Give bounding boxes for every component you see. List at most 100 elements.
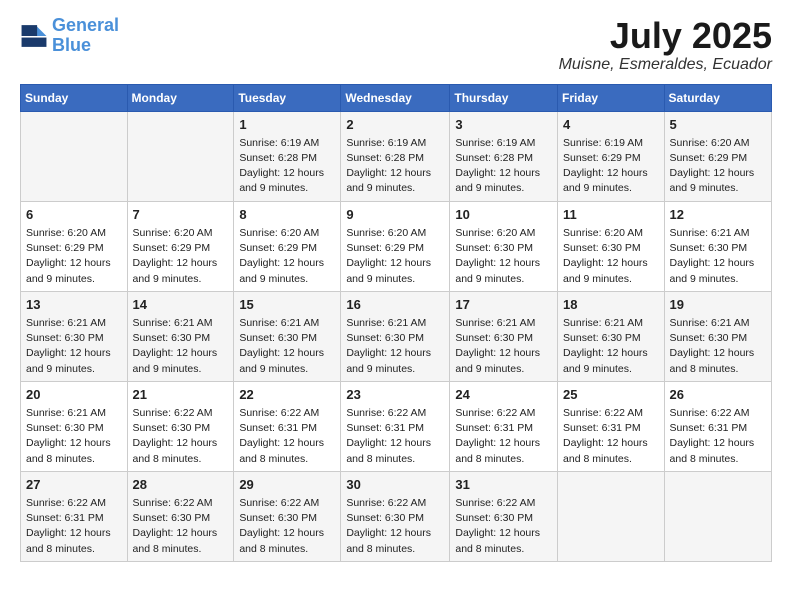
day-info: Sunrise: 6:21 AM Sunset: 6:30 PM Dayligh… bbox=[239, 316, 335, 377]
calendar-cell: 21Sunrise: 6:22 AM Sunset: 6:30 PM Dayli… bbox=[127, 381, 234, 471]
day-number: 15 bbox=[239, 296, 335, 314]
day-info: Sunrise: 6:19 AM Sunset: 6:28 PM Dayligh… bbox=[455, 136, 552, 197]
day-number: 12 bbox=[670, 206, 766, 224]
weekday-header-thursday: Thursday bbox=[450, 84, 558, 111]
weekday-header-friday: Friday bbox=[558, 84, 665, 111]
calendar-cell: 19Sunrise: 6:21 AM Sunset: 6:30 PM Dayli… bbox=[664, 291, 771, 381]
calendar-cell: 20 Sunrise: 6:21 AM Sunset: 6:30 PM Dayli… bbox=[21, 381, 128, 471]
day-info: Sunrise: 6:22 AM Sunset: 6:31 PM Dayligh… bbox=[670, 406, 766, 467]
logo: General Blue bbox=[20, 16, 119, 56]
day-info: Sunrise: 6:20 AM Sunset: 6:29 PM Dayligh… bbox=[26, 226, 122, 287]
day-number: 26 bbox=[670, 386, 766, 404]
calendar-cell: 29 Sunrise: 6:22 AM Sunset: 6:30 PM Dayli… bbox=[234, 471, 341, 561]
day-info: Sunrise: 6:22 AM Sunset: 6:30 PM Dayligh… bbox=[133, 496, 229, 557]
day-number: 10 bbox=[455, 206, 552, 224]
day-info: Sunrise: 6:22 AM Sunset: 6:31 PM Dayligh… bbox=[26, 496, 122, 557]
day-number: 27 bbox=[26, 476, 122, 494]
day-number: 29 bbox=[239, 476, 335, 494]
calendar-cell: 11Sunrise: 6:20 AM Sunset: 6:30 PM Dayli… bbox=[558, 201, 665, 291]
day-number: 25 bbox=[563, 386, 659, 404]
day-number: 30 bbox=[346, 476, 444, 494]
weekday-header-tuesday: Tuesday bbox=[234, 84, 341, 111]
calendar-cell: 24Sunrise: 6:22 AM Sunset: 6:31 PM Dayli… bbox=[450, 381, 558, 471]
day-number: 13 bbox=[26, 296, 122, 314]
title-block: July 2025 Muisne, Esmeraldes, Ecuador bbox=[559, 16, 772, 74]
calendar-cell: 28 Sunrise: 6:22 AM Sunset: 6:30 PM Dayli… bbox=[127, 471, 234, 561]
day-number: 18 bbox=[563, 296, 659, 314]
day-info: Sunrise: 6:21 AM Sunset: 6:30 PM Dayligh… bbox=[455, 316, 552, 377]
day-number: 2 bbox=[346, 116, 444, 134]
calendar-cell: 23Sunrise: 6:22 AM Sunset: 6:31 PM Dayli… bbox=[341, 381, 450, 471]
day-info: Sunrise: 6:19 AM Sunset: 6:28 PM Dayligh… bbox=[346, 136, 444, 197]
day-info: Sunrise: 6:21 AM Sunset: 6:30 PM Dayligh… bbox=[26, 316, 122, 377]
weekday-header-row: SundayMondayTuesdayWednesdayThursdayFrid… bbox=[21, 84, 772, 111]
calendar-cell: 8 Sunrise: 6:20 AM Sunset: 6:29 PM Daylig… bbox=[234, 201, 341, 291]
weekday-header-sunday: Sunday bbox=[21, 84, 128, 111]
day-info: Sunrise: 6:19 AM Sunset: 6:28 PM Dayligh… bbox=[239, 136, 335, 197]
day-number: 22 bbox=[239, 386, 335, 404]
day-info: Sunrise: 6:20 AM Sunset: 6:29 PM Dayligh… bbox=[346, 226, 444, 287]
calendar-week-row: 20 Sunrise: 6:21 AM Sunset: 6:30 PM Dayli… bbox=[21, 381, 772, 471]
day-info: Sunrise: 6:20 AM Sunset: 6:29 PM Dayligh… bbox=[239, 226, 335, 287]
calendar-cell: 25 Sunrise: 6:22 AM Sunset: 6:31 PM Dayli… bbox=[558, 381, 665, 471]
calendar-cell: 22 Sunrise: 6:22 AM Sunset: 6:31 PM Dayli… bbox=[234, 381, 341, 471]
weekday-header-wednesday: Wednesday bbox=[341, 84, 450, 111]
day-number: 3 bbox=[455, 116, 552, 134]
calendar-cell: 31 Sunrise: 6:22 AM Sunset: 6:30 PM Dayli… bbox=[450, 471, 558, 561]
calendar-cell: 10 Sunrise: 6:20 AM Sunset: 6:30 PM Dayli… bbox=[450, 201, 558, 291]
calendar-cell: 27 Sunrise: 6:22 AM Sunset: 6:31 PM Dayli… bbox=[21, 471, 128, 561]
day-info: Sunrise: 6:22 AM Sunset: 6:30 PM Dayligh… bbox=[455, 496, 552, 557]
day-info: Sunrise: 6:21 AM Sunset: 6:30 PM Dayligh… bbox=[26, 406, 122, 467]
calendar-cell: 30 Sunrise: 6:22 AM Sunset: 6:30 PM Dayli… bbox=[341, 471, 450, 561]
calendar-cell bbox=[558, 471, 665, 561]
day-number: 6 bbox=[26, 206, 122, 224]
calendar-cell: 18 Sunrise: 6:21 AM Sunset: 6:30 PM Dayli… bbox=[558, 291, 665, 381]
day-number: 19 bbox=[670, 296, 766, 314]
day-number: 9 bbox=[346, 206, 444, 224]
calendar-cell: 14Sunrise: 6:21 AM Sunset: 6:30 PM Dayli… bbox=[127, 291, 234, 381]
calendar-cell: 12Sunrise: 6:21 AM Sunset: 6:30 PM Dayli… bbox=[664, 201, 771, 291]
day-info: Sunrise: 6:22 AM Sunset: 6:31 PM Dayligh… bbox=[455, 406, 552, 467]
month-title: July 2025 bbox=[559, 16, 772, 56]
logo-text: General Blue bbox=[52, 16, 119, 56]
day-info: Sunrise: 6:19 AM Sunset: 6:29 PM Dayligh… bbox=[563, 136, 659, 197]
day-number: 8 bbox=[239, 206, 335, 224]
day-info: Sunrise: 6:22 AM Sunset: 6:31 PM Dayligh… bbox=[239, 406, 335, 467]
day-info: Sunrise: 6:22 AM Sunset: 6:30 PM Dayligh… bbox=[346, 496, 444, 557]
calendar-cell: 26 Sunrise: 6:22 AM Sunset: 6:31 PM Dayli… bbox=[664, 381, 771, 471]
day-number: 4 bbox=[563, 116, 659, 134]
calendar-cell: 15 Sunrise: 6:21 AM Sunset: 6:30 PM Dayli… bbox=[234, 291, 341, 381]
calendar-table: SundayMondayTuesdayWednesdayThursdayFrid… bbox=[20, 84, 772, 562]
day-info: Sunrise: 6:21 AM Sunset: 6:30 PM Dayligh… bbox=[563, 316, 659, 377]
calendar-cell bbox=[127, 111, 234, 201]
day-number: 20 bbox=[26, 386, 122, 404]
day-info: Sunrise: 6:21 AM Sunset: 6:30 PM Dayligh… bbox=[133, 316, 229, 377]
calendar-cell: 3 Sunrise: 6:19 AM Sunset: 6:28 PM Daylig… bbox=[450, 111, 558, 201]
location: Muisne, Esmeraldes, Ecuador bbox=[559, 56, 772, 74]
day-info: Sunrise: 6:20 AM Sunset: 6:30 PM Dayligh… bbox=[563, 226, 659, 287]
calendar-cell: 4 Sunrise: 6:19 AM Sunset: 6:29 PM Daylig… bbox=[558, 111, 665, 201]
calendar-week-row: 6 Sunrise: 6:20 AM Sunset: 6:29 PM Daylig… bbox=[21, 201, 772, 291]
calendar-cell: 9 Sunrise: 6:20 AM Sunset: 6:29 PM Daylig… bbox=[341, 201, 450, 291]
calendar-week-row: 13 Sunrise: 6:21 AM Sunset: 6:30 PM Dayli… bbox=[21, 291, 772, 381]
calendar-cell: 16Sunrise: 6:21 AM Sunset: 6:30 PM Dayli… bbox=[341, 291, 450, 381]
weekday-header-saturday: Saturday bbox=[664, 84, 771, 111]
day-info: Sunrise: 6:20 AM Sunset: 6:29 PM Dayligh… bbox=[133, 226, 229, 287]
day-number: 16 bbox=[346, 296, 444, 314]
logo-icon bbox=[20, 22, 48, 50]
day-number: 1 bbox=[239, 116, 335, 134]
calendar-cell bbox=[21, 111, 128, 201]
page-header: General Blue July 2025 Muisne, Esmeralde… bbox=[20, 16, 772, 74]
day-number: 28 bbox=[133, 476, 229, 494]
day-info: Sunrise: 6:22 AM Sunset: 6:31 PM Dayligh… bbox=[563, 406, 659, 467]
day-number: 17 bbox=[455, 296, 552, 314]
day-info: Sunrise: 6:22 AM Sunset: 6:30 PM Dayligh… bbox=[239, 496, 335, 557]
day-info: Sunrise: 6:20 AM Sunset: 6:30 PM Dayligh… bbox=[455, 226, 552, 287]
calendar-week-row: 27 Sunrise: 6:22 AM Sunset: 6:31 PM Dayli… bbox=[21, 471, 772, 561]
day-number: 5 bbox=[670, 116, 766, 134]
day-info: Sunrise: 6:20 AM Sunset: 6:29 PM Dayligh… bbox=[670, 136, 766, 197]
day-info: Sunrise: 6:22 AM Sunset: 6:30 PM Dayligh… bbox=[133, 406, 229, 467]
day-number: 31 bbox=[455, 476, 552, 494]
calendar-cell bbox=[664, 471, 771, 561]
calendar-cell: 6 Sunrise: 6:20 AM Sunset: 6:29 PM Daylig… bbox=[21, 201, 128, 291]
